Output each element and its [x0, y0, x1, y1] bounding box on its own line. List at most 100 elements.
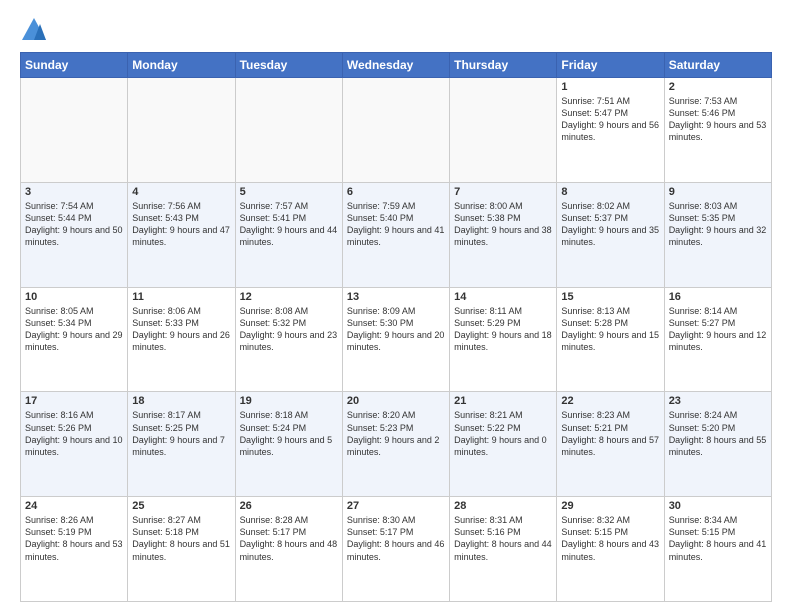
- day-info: Sunrise: 8:09 AM Sunset: 5:30 PM Dayligh…: [347, 305, 445, 354]
- day-number: 29: [561, 500, 659, 512]
- day-info: Sunrise: 7:54 AM Sunset: 5:44 PM Dayligh…: [25, 200, 123, 249]
- day-info: Sunrise: 8:28 AM Sunset: 5:17 PM Dayligh…: [240, 514, 338, 563]
- calendar-table: SundayMondayTuesdayWednesdayThursdayFrid…: [20, 52, 772, 602]
- calendar-cell: 22 Sunrise: 8:23 AM Sunset: 5:21 PM Dayli…: [557, 392, 664, 497]
- day-number: 27: [347, 500, 445, 512]
- calendar-cell: 29 Sunrise: 8:32 AM Sunset: 5:15 PM Dayli…: [557, 497, 664, 602]
- day-info: Sunrise: 8:20 AM Sunset: 5:23 PM Dayligh…: [347, 409, 445, 458]
- calendar-cell: 18 Sunrise: 8:17 AM Sunset: 5:25 PM Dayli…: [128, 392, 235, 497]
- day-info: Sunrise: 7:53 AM Sunset: 5:46 PM Dayligh…: [669, 95, 767, 144]
- day-number: 19: [240, 395, 338, 407]
- day-number: 15: [561, 291, 659, 303]
- calendar-cell: 27Sunrise: 8:30 AM Sunset: 5:17 PM Dayli…: [342, 497, 449, 602]
- day-number: 6: [347, 186, 445, 198]
- day-number: 11: [132, 291, 230, 303]
- day-number: 5: [240, 186, 338, 198]
- day-info: Sunrise: 8:23 AM Sunset: 5:21 PM Dayligh…: [561, 409, 659, 458]
- day-info: Sunrise: 8:06 AM Sunset: 5:33 PM Dayligh…: [132, 305, 230, 354]
- calendar-cell: 16 Sunrise: 8:14 AM Sunset: 5:27 PM Dayli…: [664, 287, 771, 392]
- day-number: 8: [561, 186, 659, 198]
- calendar-week-1: 3 Sunrise: 7:54 AM Sunset: 5:44 PM Daylig…: [21, 182, 772, 287]
- day-info: Sunrise: 7:59 AM Sunset: 5:40 PM Dayligh…: [347, 200, 445, 249]
- day-info: Sunrise: 8:32 AM Sunset: 5:15 PM Dayligh…: [561, 514, 659, 563]
- calendar-cell: 28Sunrise: 8:31 AM Sunset: 5:16 PM Dayli…: [450, 497, 557, 602]
- day-info: Sunrise: 8:05 AM Sunset: 5:34 PM Dayligh…: [25, 305, 123, 354]
- calendar-week-2: 10 Sunrise: 8:05 AM Sunset: 5:34 PM Dayli…: [21, 287, 772, 392]
- calendar-header-wednesday: Wednesday: [342, 53, 449, 78]
- calendar-week-4: 24 Sunrise: 8:26 AM Sunset: 5:19 PM Dayli…: [21, 497, 772, 602]
- calendar-cell: 13 Sunrise: 8:09 AM Sunset: 5:30 PM Dayli…: [342, 287, 449, 392]
- day-info: Sunrise: 7:57 AM Sunset: 5:41 PM Dayligh…: [240, 200, 338, 249]
- calendar-cell: 12 Sunrise: 8:08 AM Sunset: 5:32 PM Dayli…: [235, 287, 342, 392]
- day-number: 26: [240, 500, 338, 512]
- logo-icon: [20, 16, 48, 44]
- calendar-cell: 6 Sunrise: 7:59 AM Sunset: 5:40 PM Daylig…: [342, 182, 449, 287]
- calendar-header-row: SundayMondayTuesdayWednesdayThursdayFrid…: [21, 53, 772, 78]
- day-number: 12: [240, 291, 338, 303]
- day-number: 20: [347, 395, 445, 407]
- calendar-week-3: 17 Sunrise: 8:16 AM Sunset: 5:26 PM Dayli…: [21, 392, 772, 497]
- calendar-cell: 15 Sunrise: 8:13 AM Sunset: 5:28 PM Dayli…: [557, 287, 664, 392]
- day-number: 7: [454, 186, 552, 198]
- day-info: Sunrise: 7:51 AM Sunset: 5:47 PM Dayligh…: [561, 95, 659, 144]
- day-info: Sunrise: 8:34 AM Sunset: 5:15 PM Dayligh…: [669, 514, 767, 563]
- day-number: 17: [25, 395, 123, 407]
- calendar-cell: 26 Sunrise: 8:28 AM Sunset: 5:17 PM Dayli…: [235, 497, 342, 602]
- day-info: Sunrise: 8:17 AM Sunset: 5:25 PM Dayligh…: [132, 409, 230, 458]
- day-number: 24: [25, 500, 123, 512]
- day-info: Sunrise: 8:00 AM Sunset: 5:38 PM Dayligh…: [454, 200, 552, 249]
- page: SundayMondayTuesdayWednesdayThursdayFrid…: [0, 0, 792, 612]
- day-number: 22: [561, 395, 659, 407]
- calendar-header-tuesday: Tuesday: [235, 53, 342, 78]
- calendar-cell: 3 Sunrise: 7:54 AM Sunset: 5:44 PM Daylig…: [21, 182, 128, 287]
- calendar-header-sunday: Sunday: [21, 53, 128, 78]
- day-info: Sunrise: 8:13 AM Sunset: 5:28 PM Dayligh…: [561, 305, 659, 354]
- calendar-cell: [342, 78, 449, 183]
- day-number: 10: [25, 291, 123, 303]
- day-number: 4: [132, 186, 230, 198]
- day-number: 13: [347, 291, 445, 303]
- day-info: Sunrise: 8:08 AM Sunset: 5:32 PM Dayligh…: [240, 305, 338, 354]
- day-number: 2: [669, 81, 767, 93]
- calendar-week-0: 1 Sunrise: 7:51 AM Sunset: 5:47 PM Daylig…: [21, 78, 772, 183]
- calendar-header-friday: Friday: [557, 53, 664, 78]
- calendar-header-thursday: Thursday: [450, 53, 557, 78]
- calendar-header-saturday: Saturday: [664, 53, 771, 78]
- calendar-cell: 30 Sunrise: 8:34 AM Sunset: 5:15 PM Dayli…: [664, 497, 771, 602]
- day-info: Sunrise: 8:24 AM Sunset: 5:20 PM Dayligh…: [669, 409, 767, 458]
- day-number: 18: [132, 395, 230, 407]
- calendar-cell: 7 Sunrise: 8:00 AM Sunset: 5:38 PM Daylig…: [450, 182, 557, 287]
- header: [20, 16, 772, 44]
- calendar-cell: [235, 78, 342, 183]
- day-number: 21: [454, 395, 552, 407]
- calendar-cell: 21 Sunrise: 8:21 AM Sunset: 5:22 PM Dayli…: [450, 392, 557, 497]
- logo: [20, 16, 52, 44]
- day-number: 9: [669, 186, 767, 198]
- day-number: 25: [132, 500, 230, 512]
- calendar-cell: 8 Sunrise: 8:02 AM Sunset: 5:37 PM Daylig…: [557, 182, 664, 287]
- day-info: Sunrise: 8:02 AM Sunset: 5:37 PM Dayligh…: [561, 200, 659, 249]
- day-info: Sunrise: 8:16 AM Sunset: 5:26 PM Dayligh…: [25, 409, 123, 458]
- calendar-cell: [450, 78, 557, 183]
- calendar-cell: 20 Sunrise: 8:20 AM Sunset: 5:23 PM Dayli…: [342, 392, 449, 497]
- day-info: Sunrise: 8:21 AM Sunset: 5:22 PM Dayligh…: [454, 409, 552, 458]
- calendar-header-monday: Monday: [128, 53, 235, 78]
- calendar-cell: 5 Sunrise: 7:57 AM Sunset: 5:41 PM Daylig…: [235, 182, 342, 287]
- calendar-cell: 17 Sunrise: 8:16 AM Sunset: 5:26 PM Dayli…: [21, 392, 128, 497]
- calendar-cell: [128, 78, 235, 183]
- day-info: Sunrise: 8:14 AM Sunset: 5:27 PM Dayligh…: [669, 305, 767, 354]
- day-info: Sunrise: 8:26 AM Sunset: 5:19 PM Dayligh…: [25, 514, 123, 563]
- day-number: 23: [669, 395, 767, 407]
- day-number: 14: [454, 291, 552, 303]
- calendar-cell: 10 Sunrise: 8:05 AM Sunset: 5:34 PM Dayli…: [21, 287, 128, 392]
- calendar-cell: 24 Sunrise: 8:26 AM Sunset: 5:19 PM Dayli…: [21, 497, 128, 602]
- calendar-cell: 4Sunrise: 7:56 AM Sunset: 5:43 PM Daylig…: [128, 182, 235, 287]
- day-number: 16: [669, 291, 767, 303]
- day-info: Sunrise: 8:27 AM Sunset: 5:18 PM Dayligh…: [132, 514, 230, 563]
- day-number: 28: [454, 500, 552, 512]
- calendar-cell: 2 Sunrise: 7:53 AM Sunset: 5:46 PM Daylig…: [664, 78, 771, 183]
- calendar-cell: [21, 78, 128, 183]
- day-number: 1: [561, 81, 659, 93]
- day-number: 3: [25, 186, 123, 198]
- day-number: 30: [669, 500, 767, 512]
